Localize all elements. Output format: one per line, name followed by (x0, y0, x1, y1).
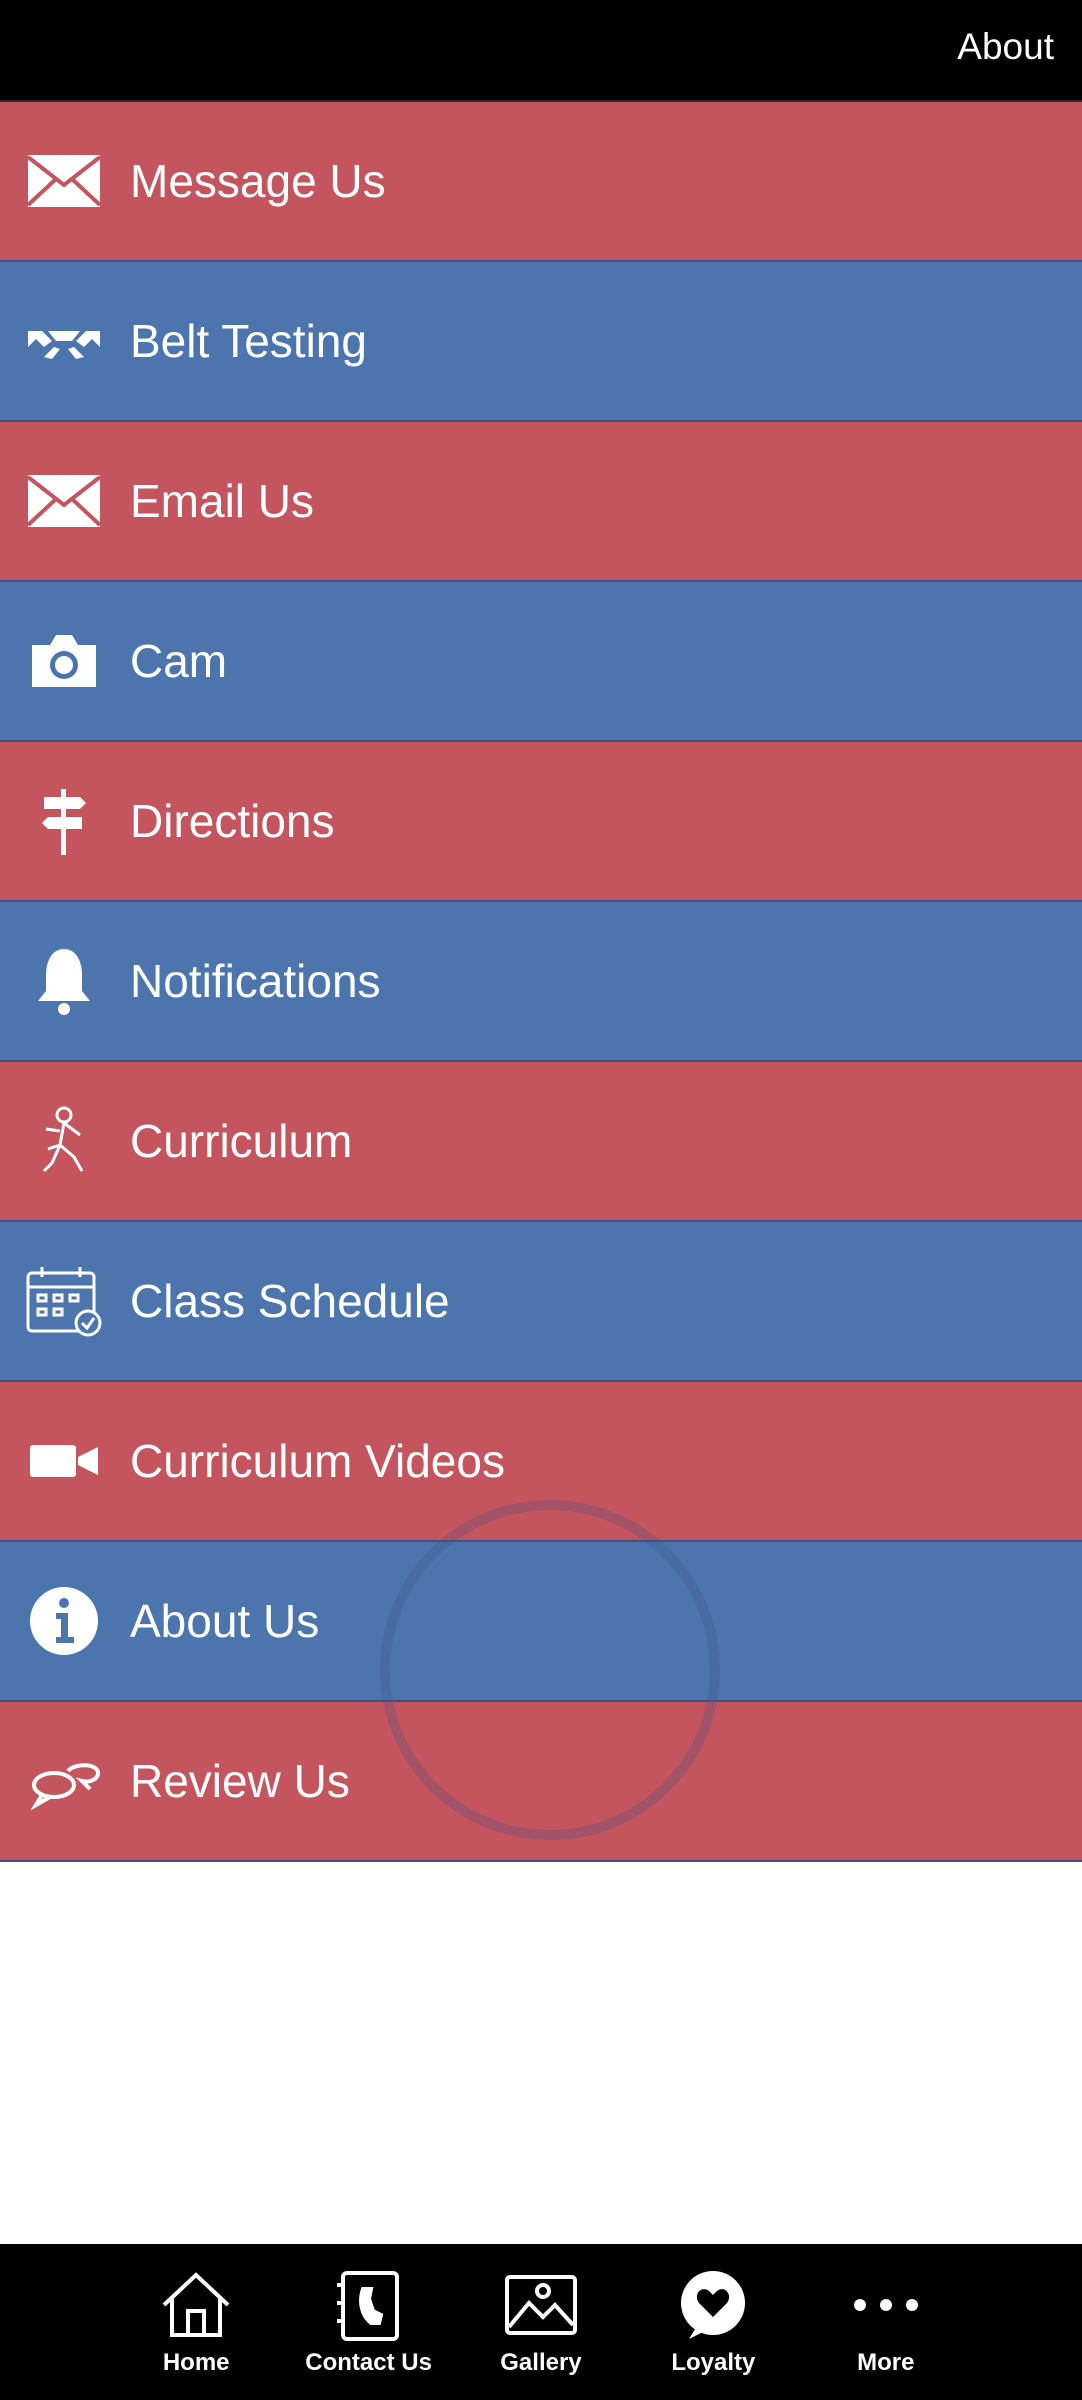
tab-label: Loyalty (671, 2349, 756, 2376)
menu-item-email-us[interactable]: Email Us (0, 422, 1082, 582)
menu-item-label: Belt Testing (130, 315, 367, 367)
menu-item-cam[interactable]: Cam (0, 582, 1082, 742)
menu-item-belt-testing[interactable]: Belt Testing (0, 262, 1082, 422)
phone-book-icon (336, 2271, 399, 2341)
menu-item-label: Cam (130, 635, 228, 687)
menu-item-label: Class Schedule (130, 1275, 450, 1327)
menu-item-label: Review Us (130, 1755, 350, 1807)
belt-icon (22, 299, 106, 383)
bell-icon (22, 939, 106, 1023)
top-bar: About (0, 0, 1082, 102)
page-title: About (957, 26, 1054, 67)
menu-item-label: About Us (130, 1595, 320, 1647)
menu-item-directions[interactable]: Directions (0, 742, 1082, 902)
heart-bubble-icon (681, 2271, 746, 2339)
menu-item-message-us[interactable]: Message Us (0, 102, 1082, 262)
envelope-icon (22, 459, 106, 543)
menu-item-label: Curriculum (130, 1115, 353, 1167)
menu-item-about-us[interactable]: About Us (0, 1542, 1082, 1702)
menu-item-review-us[interactable]: Review Us (0, 1702, 1082, 1862)
tab-label: Contact Us (305, 2349, 432, 2376)
image-icon (504, 2275, 577, 2335)
menu-item-label: Message Us (130, 155, 386, 207)
tab-contact-us[interactable]: Contact Us (294, 2267, 444, 2377)
calendar-check-icon (22, 1259, 106, 1343)
more-dots-icon (853, 2299, 918, 2311)
tab-home[interactable]: Home (121, 2267, 271, 2377)
menu-item-notifications[interactable]: Notifications (0, 902, 1082, 1062)
video-camera-icon (22, 1419, 106, 1503)
menu-item-class-schedule[interactable]: Class Schedule (0, 1222, 1082, 1382)
martial-artist-icon (22, 1099, 106, 1183)
menu-item-curriculum-videos[interactable]: Curriculum Videos (0, 1382, 1082, 1542)
menu-item-label: Notifications (130, 955, 381, 1007)
tab-loyalty[interactable]: Loyalty (638, 2267, 788, 2377)
envelope-icon (22, 139, 106, 223)
tab-label: Gallery (500, 2349, 582, 2376)
bottom-tab-bar: Home Contact Us Gallery Loyalty More (0, 2244, 1082, 2400)
home-icon (162, 2272, 230, 2337)
signpost-icon (22, 779, 106, 863)
tab-label: Home (162, 2349, 230, 2376)
tab-more[interactable]: More (811, 2267, 961, 2377)
menu-list: Message Us Belt Testing Email Us Cam Dir… (0, 102, 1082, 1862)
camera-icon (22, 619, 106, 703)
menu-item-label: Email Us (130, 475, 315, 527)
tab-label: More (857, 2349, 915, 2376)
menu-item-label: Directions (130, 795, 335, 847)
menu-item-curriculum[interactable]: Curriculum (0, 1062, 1082, 1222)
chat-bubbles-icon (22, 1739, 106, 1823)
tab-gallery[interactable]: Gallery (466, 2267, 616, 2377)
info-icon (22, 1579, 106, 1663)
menu-item-label: Curriculum Videos (130, 1435, 505, 1487)
